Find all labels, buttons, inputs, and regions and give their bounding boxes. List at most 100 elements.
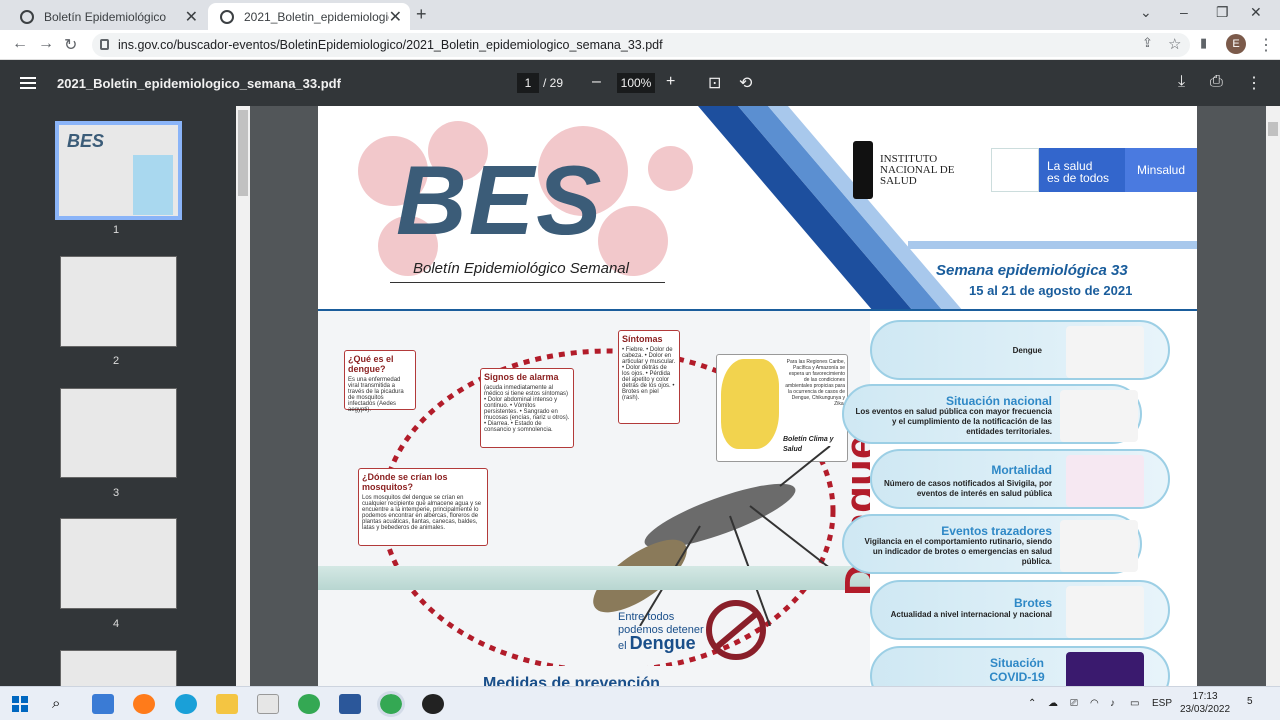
thumbnail-label: 3 <box>113 487 120 499</box>
close-tab-icon[interactable]: ✕ <box>185 7 198 27</box>
thumbnail-label: 4 <box>113 618 120 630</box>
zoom-out-button[interactable]: – <box>592 73 601 91</box>
wifi-icon[interactable]: ◠ <box>1090 698 1099 709</box>
ins-name: INSTITUTO NACIONAL DE SALUD <box>880 153 955 187</box>
thumb-logo: BES <box>67 131 105 151</box>
semana-dates: 15 al 21 de agosto de 2021 <box>969 283 1133 298</box>
thumbnail-label: 1 <box>113 224 120 236</box>
volume-icon[interactable]: ♪ <box>1110 698 1115 709</box>
minsalud-logo: La salud es de todos Minsalud <box>991 148 1197 192</box>
url-text: ins.gov.co/buscador-eventos/BoletinEpide… <box>118 38 663 52</box>
medidas-title: Medidas de prevención <box>483 675 660 686</box>
maximize-button[interactable]: ❐ <box>1216 4 1229 21</box>
menu-icon[interactable]: ⋮ <box>1258 35 1274 55</box>
zoom-input[interactable]: 100% <box>617 73 655 93</box>
pdf-toolbar: 2021_Boletin_epidemiologico_semana_33.pd… <box>0 60 1280 106</box>
share-icon[interactable]: ⇪ <box>1142 35 1153 51</box>
page-number-input[interactable]: 1 <box>517 73 539 93</box>
info-signos: Signos de alarma (acuda inmediatamente al… <box>480 368 574 448</box>
back-icon[interactable]: ← <box>12 35 28 53</box>
globe-icon <box>20 10 34 24</box>
star-icon[interactable]: ☆ <box>1168 35 1181 53</box>
menu-dengue[interactable]: Dengue <box>870 320 1170 380</box>
tab-search-icon[interactable]: ⌄ <box>1140 4 1152 21</box>
thumbnail-page-3[interactable] <box>60 388 177 478</box>
header-stripes <box>698 106 1197 311</box>
menu-mortalidad[interactable]: Mortalidad Número de casos notificados a… <box>870 449 1170 509</box>
tab-pdf[interactable]: 2021_Boletin_epidemiologico_se ✕ <box>208 3 410 30</box>
windows-start-icon[interactable] <box>12 696 28 712</box>
avatar[interactable]: E <box>1226 34 1246 54</box>
new-tab-button[interactable]: + <box>416 4 427 25</box>
thumbnail-page-2[interactable] <box>60 256 177 347</box>
edge-icon[interactable] <box>175 694 197 714</box>
chrome-icon[interactable] <box>298 694 320 714</box>
no-mosquito-icon <box>706 600 766 660</box>
chrome-active-icon[interactable] <box>377 691 405 717</box>
language-indicator[interactable]: ESP <box>1152 698 1172 709</box>
minimize-button[interactable]: – <box>1180 4 1188 20</box>
notification-icon[interactable]: 5 <box>1247 696 1253 707</box>
menu-brotes[interactable]: Brotes Actualidad a nivel internacional … <box>870 580 1170 640</box>
menu-covid[interactable]: Situación COVID-19 <box>870 646 1170 686</box>
usb-icon[interactable]: ⎚ <box>1070 698 1078 709</box>
reload-icon[interactable]: ↻ <box>64 35 77 55</box>
gender-symbols-thumb <box>1066 455 1144 507</box>
info-sintomas: Síntomas • Fiebre. • Dolor de cabeza. • D… <box>618 330 680 424</box>
thumb-menu <box>133 155 173 215</box>
menu-eventos-trazadores[interactable]: Eventos trazadores Vigilancia en el comp… <box>842 514 1142 574</box>
thumbnail-page-4[interactable] <box>60 518 177 609</box>
close-window-button[interactable]: ✕ <box>1250 4 1262 21</box>
bes-subtitle: Boletín Epidemiológico Semanal <box>413 260 629 277</box>
tray-chevron-icon[interactable]: ⌃ <box>1028 698 1036 709</box>
lock-icon[interactable] <box>100 39 109 50</box>
firefox-icon[interactable] <box>133 694 155 714</box>
forward-icon[interactable]: → <box>38 35 54 53</box>
sidepanel-icon[interactable]: ▮ <box>1200 35 1207 51</box>
zoom-in-button[interactable]: + <box>666 73 675 91</box>
close-tab-icon[interactable]: ✕ <box>389 7 402 27</box>
colombia-crest-icon <box>991 148 1039 192</box>
url-input[interactable]: ins.gov.co/buscador-eventos/BoletinEpide… <box>92 33 1190 57</box>
info-que-es: ¿Qué es el dengue? Es una enfermedad vira… <box>344 350 416 413</box>
search-icon[interactable]: ⌕ <box>52 695 60 712</box>
covid-virus-thumb <box>1066 652 1144 686</box>
recorder-icon[interactable] <box>422 694 444 714</box>
menu-situacion-nacional[interactable]: Situación nacional Los eventos en salud … <box>842 384 1142 444</box>
mosquito-image <box>593 446 841 626</box>
tab-title: Boletín Epidemiológico <box>44 9 167 24</box>
info-donde: ¿Dónde se crían los mosquitos? Los mosqui… <box>358 468 488 546</box>
thumbnail-page-5[interactable] <box>60 650 177 690</box>
people-network-thumb <box>1066 586 1144 638</box>
mail-icon[interactable] <box>92 694 114 714</box>
battery-icon[interactable]: ▭ <box>1130 698 1139 709</box>
rotate-icon[interactable]: ⟲ <box>739 73 752 93</box>
globe-icon <box>220 10 234 24</box>
tab-boletin[interactable]: Boletín Epidemiológico ✕ <box>8 3 206 30</box>
clock[interactable]: 17:13 23/03/2022 <box>1180 690 1230 716</box>
tab-strip: Boletín Epidemiológico ✕ 2021_Boletin_ep… <box>0 0 1280 30</box>
file-explorer-icon[interactable] <box>216 694 238 714</box>
colombia-map <box>721 359 779 449</box>
thumbnail-sidebar: BES 1 2 3 4 <box>0 106 236 690</box>
mouse-cursor-icon <box>727 277 733 287</box>
hamburger-icon[interactable] <box>20 77 36 89</box>
pdf-viewer: BES Boletín Epidemiológico Semanal INSTI… <box>250 106 1266 686</box>
print-icon[interactable]: ⎙ <box>1210 73 1223 91</box>
windows-taskbar: ⌕ ⌃ ☁ ⎚ ◠ ♪ ▭ ESP 17:13 23/03/2022 5 <box>0 686 1280 720</box>
fit-page-icon[interactable]: ⊡ <box>708 73 721 93</box>
bes-logo: BES <box>396 145 604 255</box>
tab-title: 2021_Boletin_epidemiologico_se <box>244 9 389 24</box>
pdf-page: BES Boletín Epidemiológico Semanal INSTI… <box>318 106 1197 686</box>
download-icon[interactable]: ⤓ <box>1178 73 1185 91</box>
mosquito-thumb <box>1066 326 1144 378</box>
thumbnail-page-1[interactable]: BES <box>55 121 182 220</box>
cloud-icon[interactable]: ☁ <box>1048 698 1058 709</box>
store-icon[interactable] <box>257 694 279 714</box>
viewer-scrollbar[interactable] <box>1266 106 1280 686</box>
more-options-icon[interactable]: ⋮ <box>1246 73 1262 93</box>
word-icon[interactable] <box>339 694 361 714</box>
ins-logo-icon <box>853 141 873 199</box>
pdf-filename: 2021_Boletin_epidemiologico_semana_33.pd… <box>57 76 341 91</box>
sidebar-scrollbar[interactable] <box>236 106 250 686</box>
